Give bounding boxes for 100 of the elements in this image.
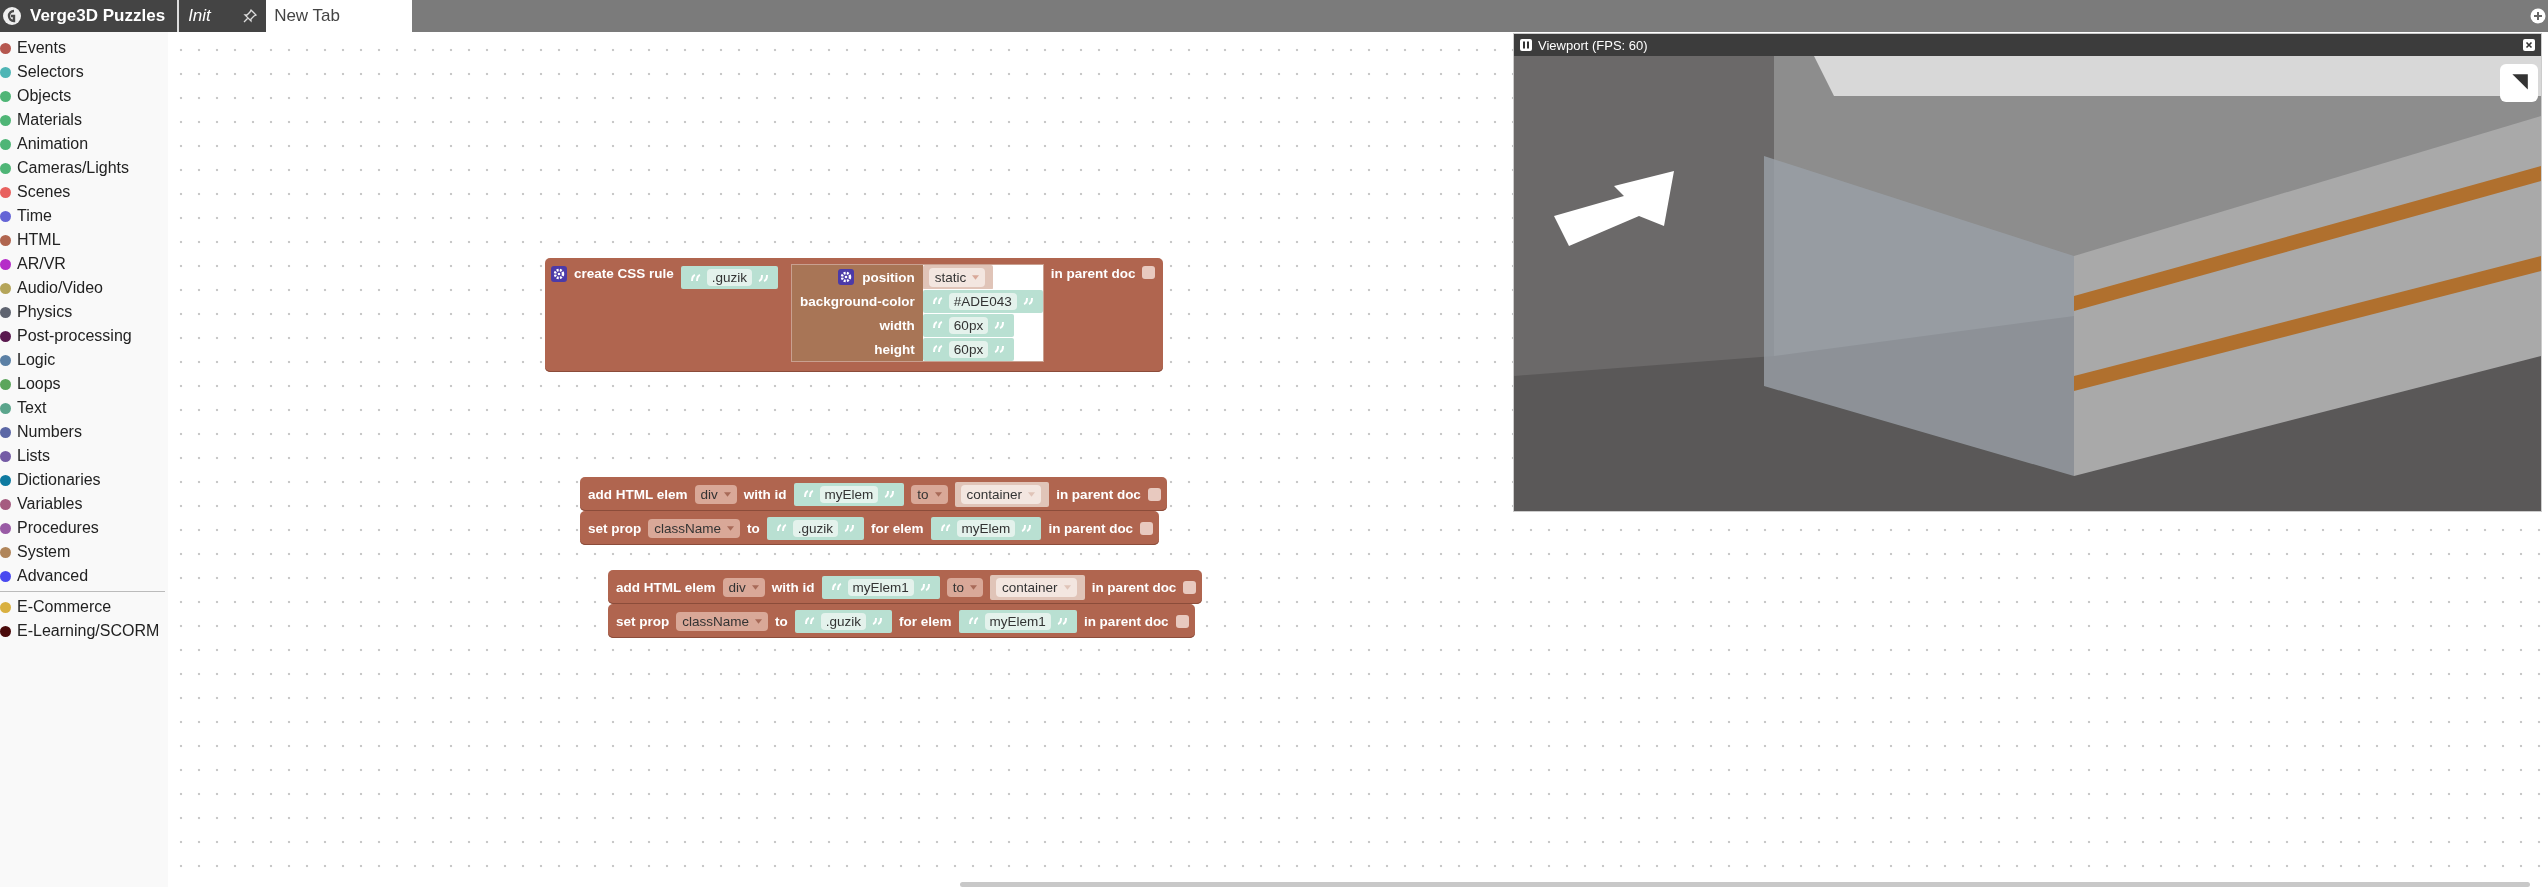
tab[interactable]: Init bbox=[179, 0, 267, 32]
category-item[interactable]: Procedures bbox=[0, 516, 168, 540]
statement-block[interactable]: set prop className to .guzik for elem myElem1 in parent doc bbox=[608, 604, 1195, 638]
open-quote-icon bbox=[776, 524, 787, 532]
tab[interactable]: New Tab bbox=[266, 0, 413, 32]
category-item[interactable]: Time bbox=[0, 204, 168, 228]
block-label: add HTML elem bbox=[588, 486, 688, 502]
category-item[interactable]: E-Learning/SCORM bbox=[0, 619, 168, 643]
open-quote-icon bbox=[690, 273, 701, 282]
checkbox[interactable] bbox=[1147, 487, 1161, 501]
category-item[interactable]: Physics bbox=[0, 300, 168, 324]
text-input[interactable]: 60px bbox=[922, 337, 1015, 361]
block-label: add HTML elem bbox=[616, 579, 716, 595]
category-item[interactable]: Logic bbox=[0, 348, 168, 372]
open-quote-icon bbox=[932, 345, 943, 353]
close-quote-icon bbox=[884, 490, 895, 498]
close-quote-icon bbox=[1056, 617, 1067, 625]
statement-block[interactable]: add HTML elem div with id myElem to container in parent doc bbox=[580, 477, 1167, 511]
close-quote-icon bbox=[1021, 524, 1032, 532]
category-item[interactable]: Loops bbox=[0, 372, 168, 396]
category-item[interactable]: Text bbox=[0, 396, 168, 420]
category-item[interactable]: Dictionaries bbox=[0, 468, 168, 492]
category-item[interactable]: Cameras/Lights bbox=[0, 156, 168, 180]
category-item[interactable]: Objects bbox=[0, 84, 168, 108]
category-item[interactable]: Variables bbox=[0, 492, 168, 516]
block-label: in parent doc bbox=[1056, 486, 1141, 502]
checkbox[interactable] bbox=[1183, 580, 1197, 594]
block-label: for elem bbox=[899, 613, 952, 629]
block-label: set prop bbox=[616, 613, 670, 629]
category-item[interactable]: Advanced bbox=[0, 564, 168, 588]
dropdown[interactable]: className bbox=[676, 611, 769, 631]
checkbox[interactable] bbox=[1175, 614, 1189, 628]
checkbox[interactable] bbox=[1140, 521, 1154, 535]
category-item[interactable]: Lists bbox=[0, 444, 168, 468]
property-label: background-color bbox=[800, 293, 915, 309]
dropdown[interactable]: container bbox=[960, 484, 1042, 504]
dropdown[interactable]: div bbox=[722, 577, 765, 597]
category-item[interactable]: Materials bbox=[0, 108, 168, 132]
property-label: position bbox=[862, 269, 915, 285]
dropdown[interactable]: div bbox=[694, 484, 737, 504]
text-input[interactable]: 60px bbox=[922, 313, 1015, 337]
text-input[interactable]: myElem bbox=[930, 516, 1042, 540]
category-item[interactable]: System bbox=[0, 540, 168, 564]
app-title: Verge3D Puzzles bbox=[30, 6, 166, 26]
block-label: in parent doc bbox=[1048, 520, 1134, 536]
dropdown-block[interactable]: container bbox=[990, 574, 1085, 600]
css-rule-block[interactable]: create CSS rule .guzik position static background-color #ADE043 width 60px height 60px in parent doc bbox=[545, 258, 1164, 372]
caret-icon bbox=[1028, 491, 1036, 497]
dropdown[interactable]: className bbox=[648, 518, 741, 538]
dropdown[interactable]: container bbox=[996, 577, 1077, 597]
pin-icon[interactable] bbox=[242, 8, 259, 24]
category-item[interactable]: Selectors bbox=[0, 60, 168, 84]
category-item[interactable]: Scenes bbox=[0, 180, 168, 204]
add-icon[interactable] bbox=[2530, 8, 2546, 24]
open-quote-icon bbox=[968, 617, 979, 625]
dropdown-block[interactable]: static bbox=[922, 264, 994, 290]
open-quote-icon bbox=[803, 490, 814, 498]
dropdown[interactable]: to bbox=[946, 577, 984, 597]
dropdown[interactable]: to bbox=[911, 484, 948, 504]
close-icon[interactable] bbox=[2523, 39, 2535, 51]
text-input[interactable]: #ADE043 bbox=[922, 289, 1043, 313]
text-input[interactable]: myElem bbox=[793, 482, 905, 506]
text-input[interactable]: .guzik bbox=[794, 609, 893, 633]
category-item[interactable]: Audio/Video bbox=[0, 276, 168, 300]
text-input[interactable]: myElem1 bbox=[821, 575, 940, 599]
property-label: height bbox=[874, 341, 915, 357]
close-quote-icon bbox=[844, 524, 855, 532]
category-item[interactable]: E-Commerce bbox=[0, 595, 168, 619]
category-item[interactable]: Post-processing bbox=[0, 324, 168, 348]
dropdown-block[interactable]: container bbox=[954, 481, 1050, 507]
checkbox[interactable] bbox=[1142, 266, 1156, 279]
block-label: in parent doc bbox=[1083, 613, 1169, 629]
text-input[interactable]: .guzik bbox=[680, 266, 779, 289]
category-item[interactable]: Numbers bbox=[0, 420, 168, 444]
category-item[interactable]: Events bbox=[0, 36, 168, 60]
css-properties-block[interactable]: position static background-color #ADE043 width 60px height 60px bbox=[791, 264, 1044, 362]
close-quote-icon bbox=[919, 583, 930, 591]
property-label: width bbox=[879, 317, 915, 333]
close-quote-icon bbox=[872, 617, 883, 625]
open-quote-icon bbox=[804, 617, 815, 625]
statement-block[interactable]: set prop className to .guzik for elem myElem in parent doc bbox=[580, 511, 1160, 545]
category-item[interactable]: HTML bbox=[0, 228, 168, 252]
block-label: with id bbox=[743, 486, 787, 502]
pause-icon[interactable] bbox=[1520, 39, 1532, 51]
text-input[interactable]: .guzik bbox=[766, 516, 865, 540]
gear-icon[interactable] bbox=[838, 269, 855, 285]
dropdown[interactable]: static bbox=[928, 267, 986, 287]
scrollbar[interactable] bbox=[960, 882, 2530, 887]
close-quote-icon bbox=[758, 273, 769, 282]
open-quote-icon bbox=[932, 321, 943, 329]
category-item[interactable]: Animation bbox=[0, 132, 168, 156]
fullscreen-button[interactable] bbox=[2500, 64, 2538, 102]
gear-icon[interactable] bbox=[551, 266, 567, 282]
statement-block[interactable]: add HTML elem div with id myElem1 to container in parent doc bbox=[608, 570, 1203, 604]
close-quote-icon bbox=[994, 321, 1005, 329]
block-label: for elem bbox=[871, 520, 924, 536]
category-item[interactable]: AR/VR bbox=[0, 252, 168, 276]
caret-icon bbox=[727, 525, 735, 531]
text-input[interactable]: myElem1 bbox=[958, 609, 1077, 633]
block-label: in parent doc bbox=[1050, 266, 1136, 281]
